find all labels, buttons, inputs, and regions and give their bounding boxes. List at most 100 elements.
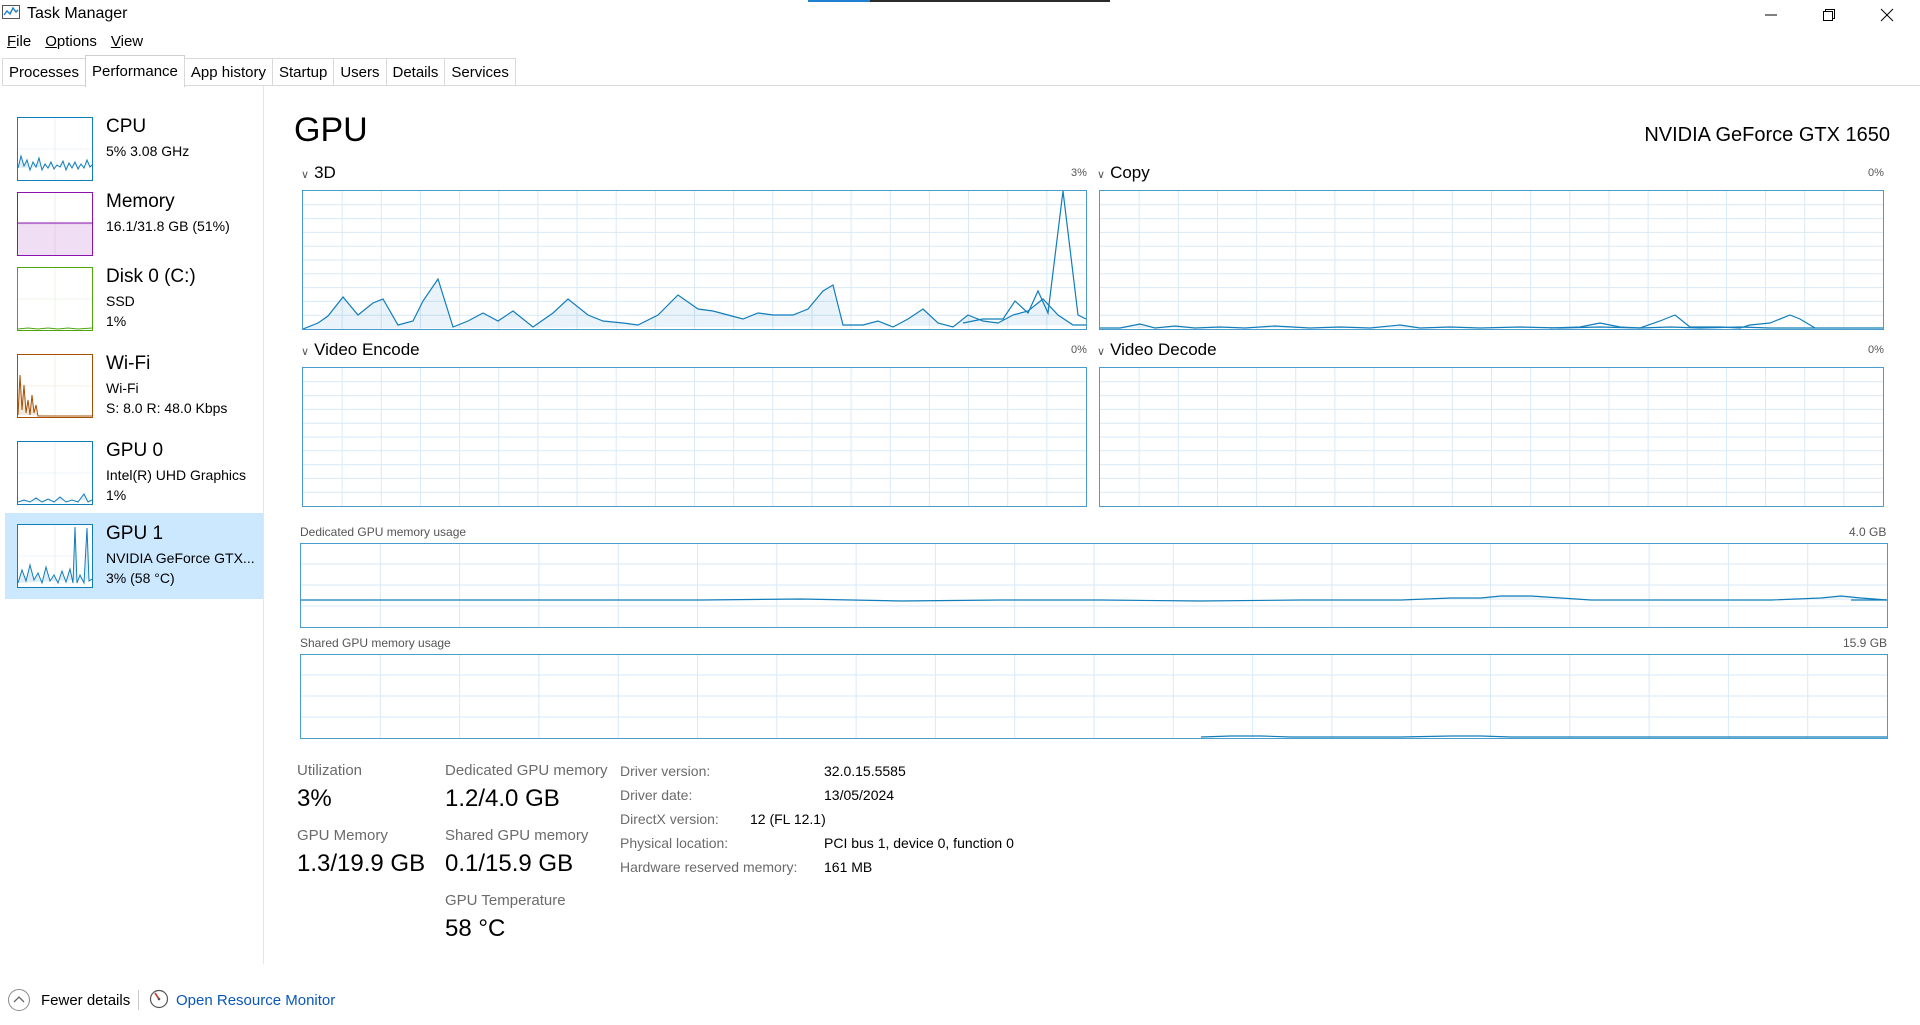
driver-date-value: 13/05/2024	[824, 787, 895, 803]
sidebar-gpu1-name: NVIDIA GeForce GTX...	[106, 550, 255, 566]
tab-users[interactable]: Users	[333, 58, 387, 85]
sidebar-disk-type: SSD	[106, 293, 135, 309]
tab-strip: Processes Performance App history Startu…	[2, 55, 1920, 87]
physical-location-value: PCI bus 1, device 0, function 0	[824, 835, 1014, 851]
panel-copy-label: Copy	[1110, 163, 1150, 182]
resource-monitor-icon[interactable]	[149, 989, 169, 1009]
driver-version-label: Driver version:	[620, 763, 711, 779]
menu-view-accel: V	[110, 33, 121, 50]
open-resource-monitor-link[interactable]: Open Resource Monitor	[176, 992, 335, 1009]
menu-view-label: iew	[120, 33, 144, 50]
gpu0-thumbnail-graph	[17, 441, 93, 505]
panel-3d-header[interactable]: ∨ 3D	[301, 163, 336, 183]
menu-options-accel: O	[45, 33, 57, 50]
tab-services[interactable]: Services	[444, 58, 516, 85]
task-manager-icon	[2, 5, 20, 19]
chevron-down-icon: ∨	[1097, 169, 1106, 181]
panel-decode-header[interactable]: ∨ Video Decode	[1097, 340, 1217, 360]
close-icon	[1880, 8, 1894, 21]
title-bar: Task Manager	[0, 0, 1920, 29]
cpu-thumbnail-graph	[17, 117, 93, 181]
graph-dedicated-memory	[300, 543, 1888, 628]
minimize-button[interactable]	[1742, 0, 1800, 29]
restore-button[interactable]	[1800, 0, 1858, 29]
sidebar-item-gpu1[interactable]: GPU 1 NVIDIA GeForce GTX... 3% (58 °C)	[5, 513, 263, 599]
sidebar-wifi-title: Wi-Fi	[106, 353, 151, 374]
panel-3d-percent: 3%	[1071, 167, 1087, 179]
tab-app-history[interactable]: App history	[183, 58, 273, 85]
dedicated-memory-label: Dedicated GPU memory	[445, 762, 608, 779]
panel-decode-label: Video Decode	[1110, 340, 1217, 359]
sidebar-wifi-throughput: S: 8.0 R: 48.0 Kbps	[106, 400, 228, 416]
menu-view[interactable]: View	[104, 30, 150, 52]
sidebar-cpu-title: CPU	[106, 116, 147, 137]
menu-file-accel: F	[7, 33, 17, 50]
tab-processes[interactable]: Processes	[2, 58, 87, 85]
shared-memory-value: 0.1/15.9 GB	[445, 850, 574, 877]
menu-file[interactable]: File	[0, 30, 38, 52]
sidebar-gpu0-usage: 1%	[106, 487, 127, 503]
gpu-memory-value: 1.3/19.9 GB	[297, 850, 426, 877]
footer-divider	[138, 990, 139, 1010]
disk-thumbnail-graph	[17, 267, 93, 331]
sidebar-item-gpu0[interactable]: GPU 0 Intel(R) UHD Graphics 1%	[5, 430, 263, 516]
physical-location-label: Physical location:	[620, 835, 729, 851]
graph-video-encode	[302, 367, 1087, 507]
graph-video-decode	[1099, 367, 1884, 507]
chevron-up-circle-icon[interactable]	[8, 989, 30, 1011]
close-button[interactable]	[1858, 0, 1916, 29]
dedicated-memory-value: 1.2/4.0 GB	[445, 785, 560, 812]
reserved-memory-value: 161 MB	[824, 859, 873, 875]
menu-options[interactable]: Options	[38, 30, 104, 52]
utilization-value: 3%	[297, 785, 332, 812]
tab-details[interactable]: Details	[385, 58, 446, 85]
menu-file-label: ile	[16, 33, 32, 50]
panel-decode-percent: 0%	[1868, 344, 1884, 356]
sidebar-item-wifi[interactable]: Wi-Fi Wi-Fi S: 8.0 R: 48.0 Kbps	[5, 343, 263, 429]
window-title: Task Manager	[27, 5, 128, 22]
sidebar-wifi-name: Wi-Fi	[106, 380, 139, 396]
dedicated-memory-graph-label: Dedicated GPU memory usage	[300, 525, 467, 539]
sidebar-memory-detail: 16.1/31.8 GB (51%)	[106, 218, 230, 234]
sidebar-item-disk[interactable]: Disk 0 (C:) SSD 1%	[5, 256, 263, 342]
tab-performance[interactable]: Performance	[85, 55, 185, 87]
graph-3d	[302, 190, 1087, 330]
footer-bar: Fewer details Open Resource Monitor	[0, 978, 1920, 1025]
menu-bar: File Options View	[0, 30, 150, 52]
chevron-down-icon: ∨	[301, 169, 310, 181]
chevron-down-icon: ∨	[1097, 346, 1106, 358]
chevron-down-icon: ∨	[301, 346, 310, 358]
panel-3d-label: 3D	[314, 163, 336, 182]
menu-options-label: ptions	[56, 33, 97, 50]
sidebar-memory-title: Memory	[106, 191, 175, 212]
sidebar-gpu0-name: Intel(R) UHD Graphics	[106, 467, 247, 483]
page-title: GPU	[294, 111, 368, 149]
wifi-thumbnail-graph	[17, 354, 93, 418]
reserved-memory-label: Hardware reserved memory:	[620, 859, 798, 875]
panel-copy-header[interactable]: ∨ Copy	[1097, 163, 1150, 183]
sidebar-gpu1-usage: 3% (58 °C)	[106, 570, 175, 586]
tab-startup[interactable]: Startup	[271, 58, 335, 85]
sidebar-gpu0-title: GPU 0	[106, 440, 164, 461]
gpu1-thumbnail-graph	[17, 524, 93, 588]
fewer-details-button[interactable]: Fewer details	[41, 992, 130, 1009]
directx-version-label: DirectX version:	[620, 811, 719, 827]
shared-memory-graph-label: Shared GPU memory usage	[300, 636, 451, 650]
sidebar-item-cpu[interactable]: CPU 5% 3.08 GHz	[5, 106, 263, 192]
utilization-label: Utilization	[297, 762, 363, 779]
graph-shared-memory	[300, 654, 1888, 739]
sidebar-disk-title: Disk 0 (C:)	[106, 266, 196, 287]
shared-memory-graph-max: 15.9 GB	[1843, 636, 1888, 650]
panel-encode-header[interactable]: ∨ Video Encode	[301, 340, 420, 360]
title-accent-highlight	[808, 0, 870, 2]
panel-encode-label: Video Encode	[314, 340, 420, 359]
directx-version-value: 12 (FL 12.1)	[750, 811, 826, 827]
shared-memory-label: Shared GPU memory	[445, 827, 589, 844]
gpu-temperature-label: GPU Temperature	[445, 892, 566, 909]
gpu-memory-label: GPU Memory	[297, 827, 388, 844]
sidebar-gpu1-title: GPU 1	[106, 523, 164, 544]
gpu-temperature-value: 58 °C	[445, 915, 506, 942]
driver-version-value: 32.0.15.5585	[824, 763, 906, 779]
driver-date-label: Driver date:	[620, 787, 693, 803]
sidebar-item-memory[interactable]: Memory 16.1/31.8 GB (51%)	[5, 181, 263, 267]
